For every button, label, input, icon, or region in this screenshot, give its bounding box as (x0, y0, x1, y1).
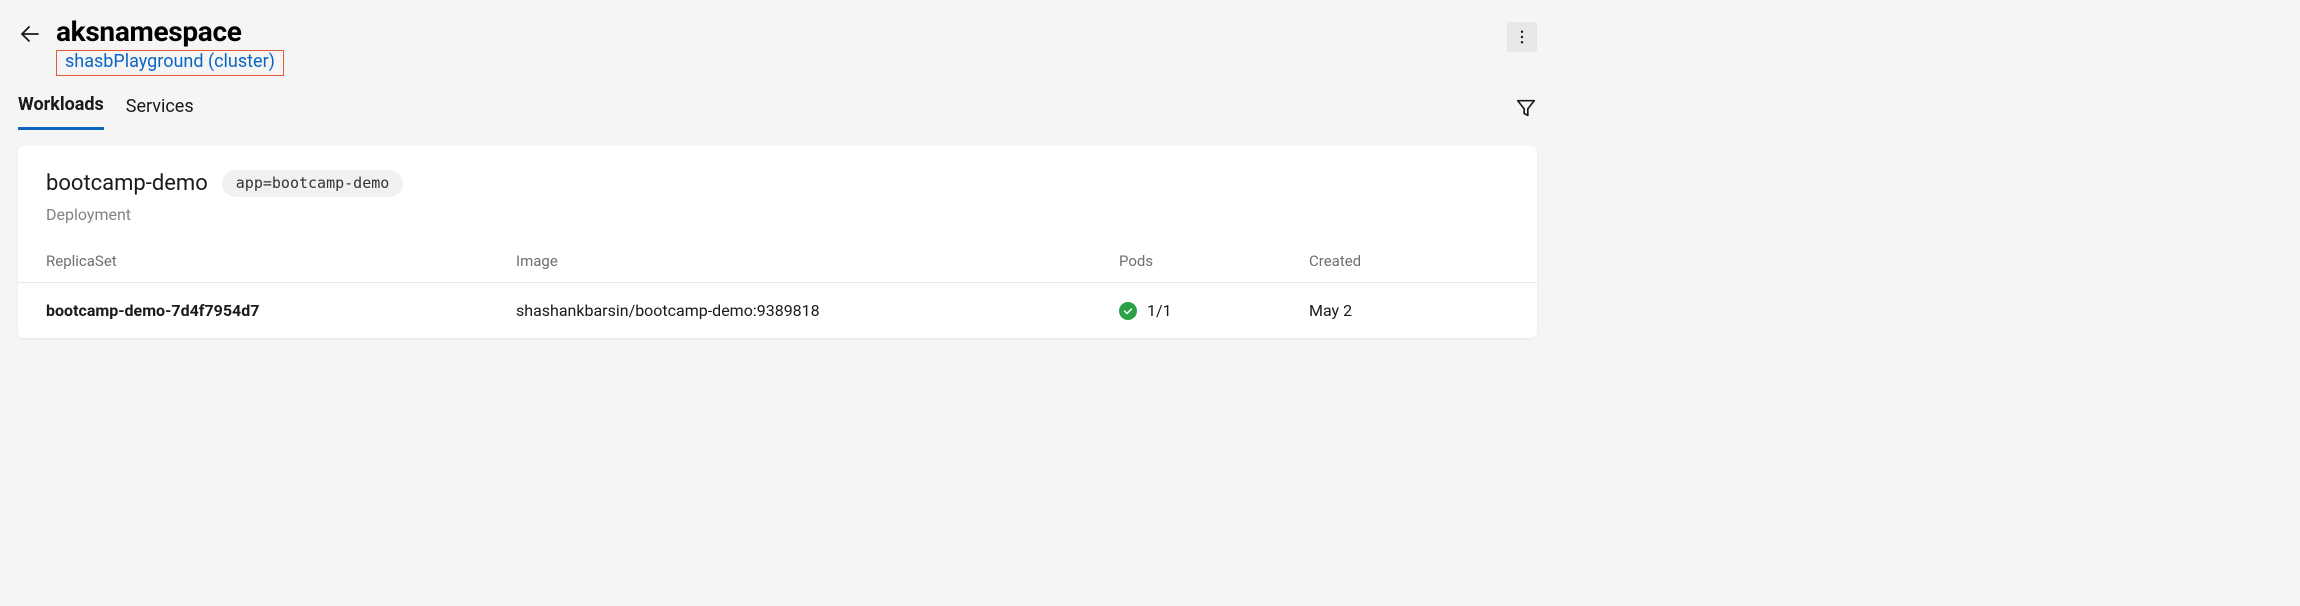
page-title: aksnamespace (56, 16, 1507, 48)
tab-workloads[interactable]: Workloads (18, 94, 104, 130)
table-header: ReplicaSet Image Pods Created (18, 252, 1537, 282)
replicaset-name: bootcamp-demo-7d4f7954d7 (46, 301, 516, 320)
breadcrumb-link-cluster[interactable]: shasbPlayground (cluster) (65, 51, 275, 72)
back-button[interactable] (18, 22, 42, 46)
tab-services[interactable]: Services (126, 96, 194, 129)
col-header-pods: Pods (1119, 252, 1309, 270)
more-vertical-icon (1513, 28, 1531, 46)
table-row[interactable]: bootcamp-demo-7d4f7954d7 shashankbarsin/… (18, 282, 1537, 338)
replicaset-image: shashankbarsin/bootcamp-demo:9389818 (516, 301, 1119, 320)
status-ok-icon (1119, 302, 1137, 320)
tab-bar: Workloads Services (18, 94, 1537, 130)
col-header-created: Created (1309, 252, 1509, 270)
filter-icon (1515, 97, 1537, 119)
replicaset-table: ReplicaSet Image Pods Created bootcamp-d… (18, 252, 1537, 338)
workload-label-tag: app=bootcamp-demo (222, 170, 404, 197)
workload-name: bootcamp-demo (46, 171, 208, 196)
col-header-image: Image (516, 252, 1119, 270)
more-menu-button[interactable] (1507, 22, 1537, 52)
created-date: May 2 (1309, 301, 1509, 320)
filter-button[interactable] (1515, 97, 1537, 119)
workload-card: bootcamp-demo app=bootcamp-demo Deployme… (18, 146, 1537, 338)
pods-count: 1/1 (1147, 301, 1172, 320)
workload-kind: Deployment (46, 205, 1509, 224)
breadcrumb-highlight: shasbPlayground (cluster) (56, 50, 284, 76)
col-header-replicaset: ReplicaSet (46, 252, 516, 270)
